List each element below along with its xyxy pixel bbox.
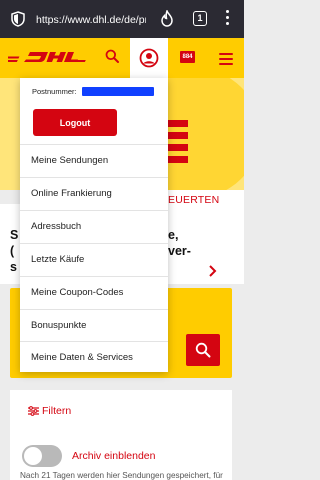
account-dropdown: Postnummer: Logout Meine Sendungen Onlin… xyxy=(20,78,168,372)
hero-stripe xyxy=(168,144,188,151)
hamburger-menu-icon[interactable] xyxy=(219,53,233,68)
tab-count-button[interactable]: 1 xyxy=(193,11,207,26)
background-text: S xyxy=(10,228,19,242)
user-icon xyxy=(139,48,159,68)
postnummer-redaction xyxy=(82,87,154,96)
background-text: s xyxy=(10,260,17,274)
browser-toolbar: https://www.dhl.de/de/pr 1 xyxy=(0,0,244,38)
menu-item-online-frankierung[interactable]: Online Frankierung xyxy=(20,177,168,209)
archive-toggle[interactable] xyxy=(22,445,62,467)
menu-item-meine-daten[interactable]: Meine Daten & Services xyxy=(20,341,168,373)
dhl-logo[interactable] xyxy=(2,51,88,70)
tracking-search-button[interactable] xyxy=(186,334,220,366)
menu-item-letzte-kaeufe[interactable]: Letzte Käufe xyxy=(20,243,168,275)
menu-item-meine-sendungen[interactable]: Meine Sendungen xyxy=(20,144,168,176)
logout-button[interactable]: Logout xyxy=(33,109,117,136)
background-text: ( xyxy=(10,244,15,258)
url-bar[interactable]: https://www.dhl.de/de/pr xyxy=(36,12,146,28)
menu-item-adressbuch[interactable]: Adressbuch xyxy=(20,210,168,242)
background-banner: EUERTEN xyxy=(168,190,244,206)
search-icon[interactable] xyxy=(105,49,119,68)
archive-label: Archiv einblenden xyxy=(72,450,156,462)
filter-button[interactable]: Filtern xyxy=(28,405,71,417)
menu-item-coupon-codes[interactable]: Meine Coupon-Codes xyxy=(20,276,168,308)
site-header xyxy=(0,38,244,78)
hero-stripe xyxy=(168,120,188,127)
search-icon xyxy=(195,342,211,358)
hero-stripe xyxy=(168,132,188,139)
filter-sliders-icon xyxy=(28,406,39,416)
postnummer-label: Postnummer: xyxy=(32,87,77,96)
shield-icon[interactable] xyxy=(11,11,25,32)
flame-icon[interactable] xyxy=(160,8,174,32)
browser-menu-icon[interactable] xyxy=(224,10,230,28)
filter-label: Filtern xyxy=(42,405,72,417)
hero-stripe xyxy=(168,156,188,163)
notification-badge[interactable]: 884 xyxy=(180,51,195,63)
account-button[interactable] xyxy=(130,38,168,78)
archive-note: Nach 21 Tagen werden hier Sendungen gesp… xyxy=(20,471,223,480)
chevron-right-icon[interactable] xyxy=(208,264,218,282)
background-text: e, xyxy=(168,228,179,242)
background-text: ver- xyxy=(168,244,191,258)
menu-item-bonuspunkte[interactable]: Bonuspunkte xyxy=(20,309,168,341)
